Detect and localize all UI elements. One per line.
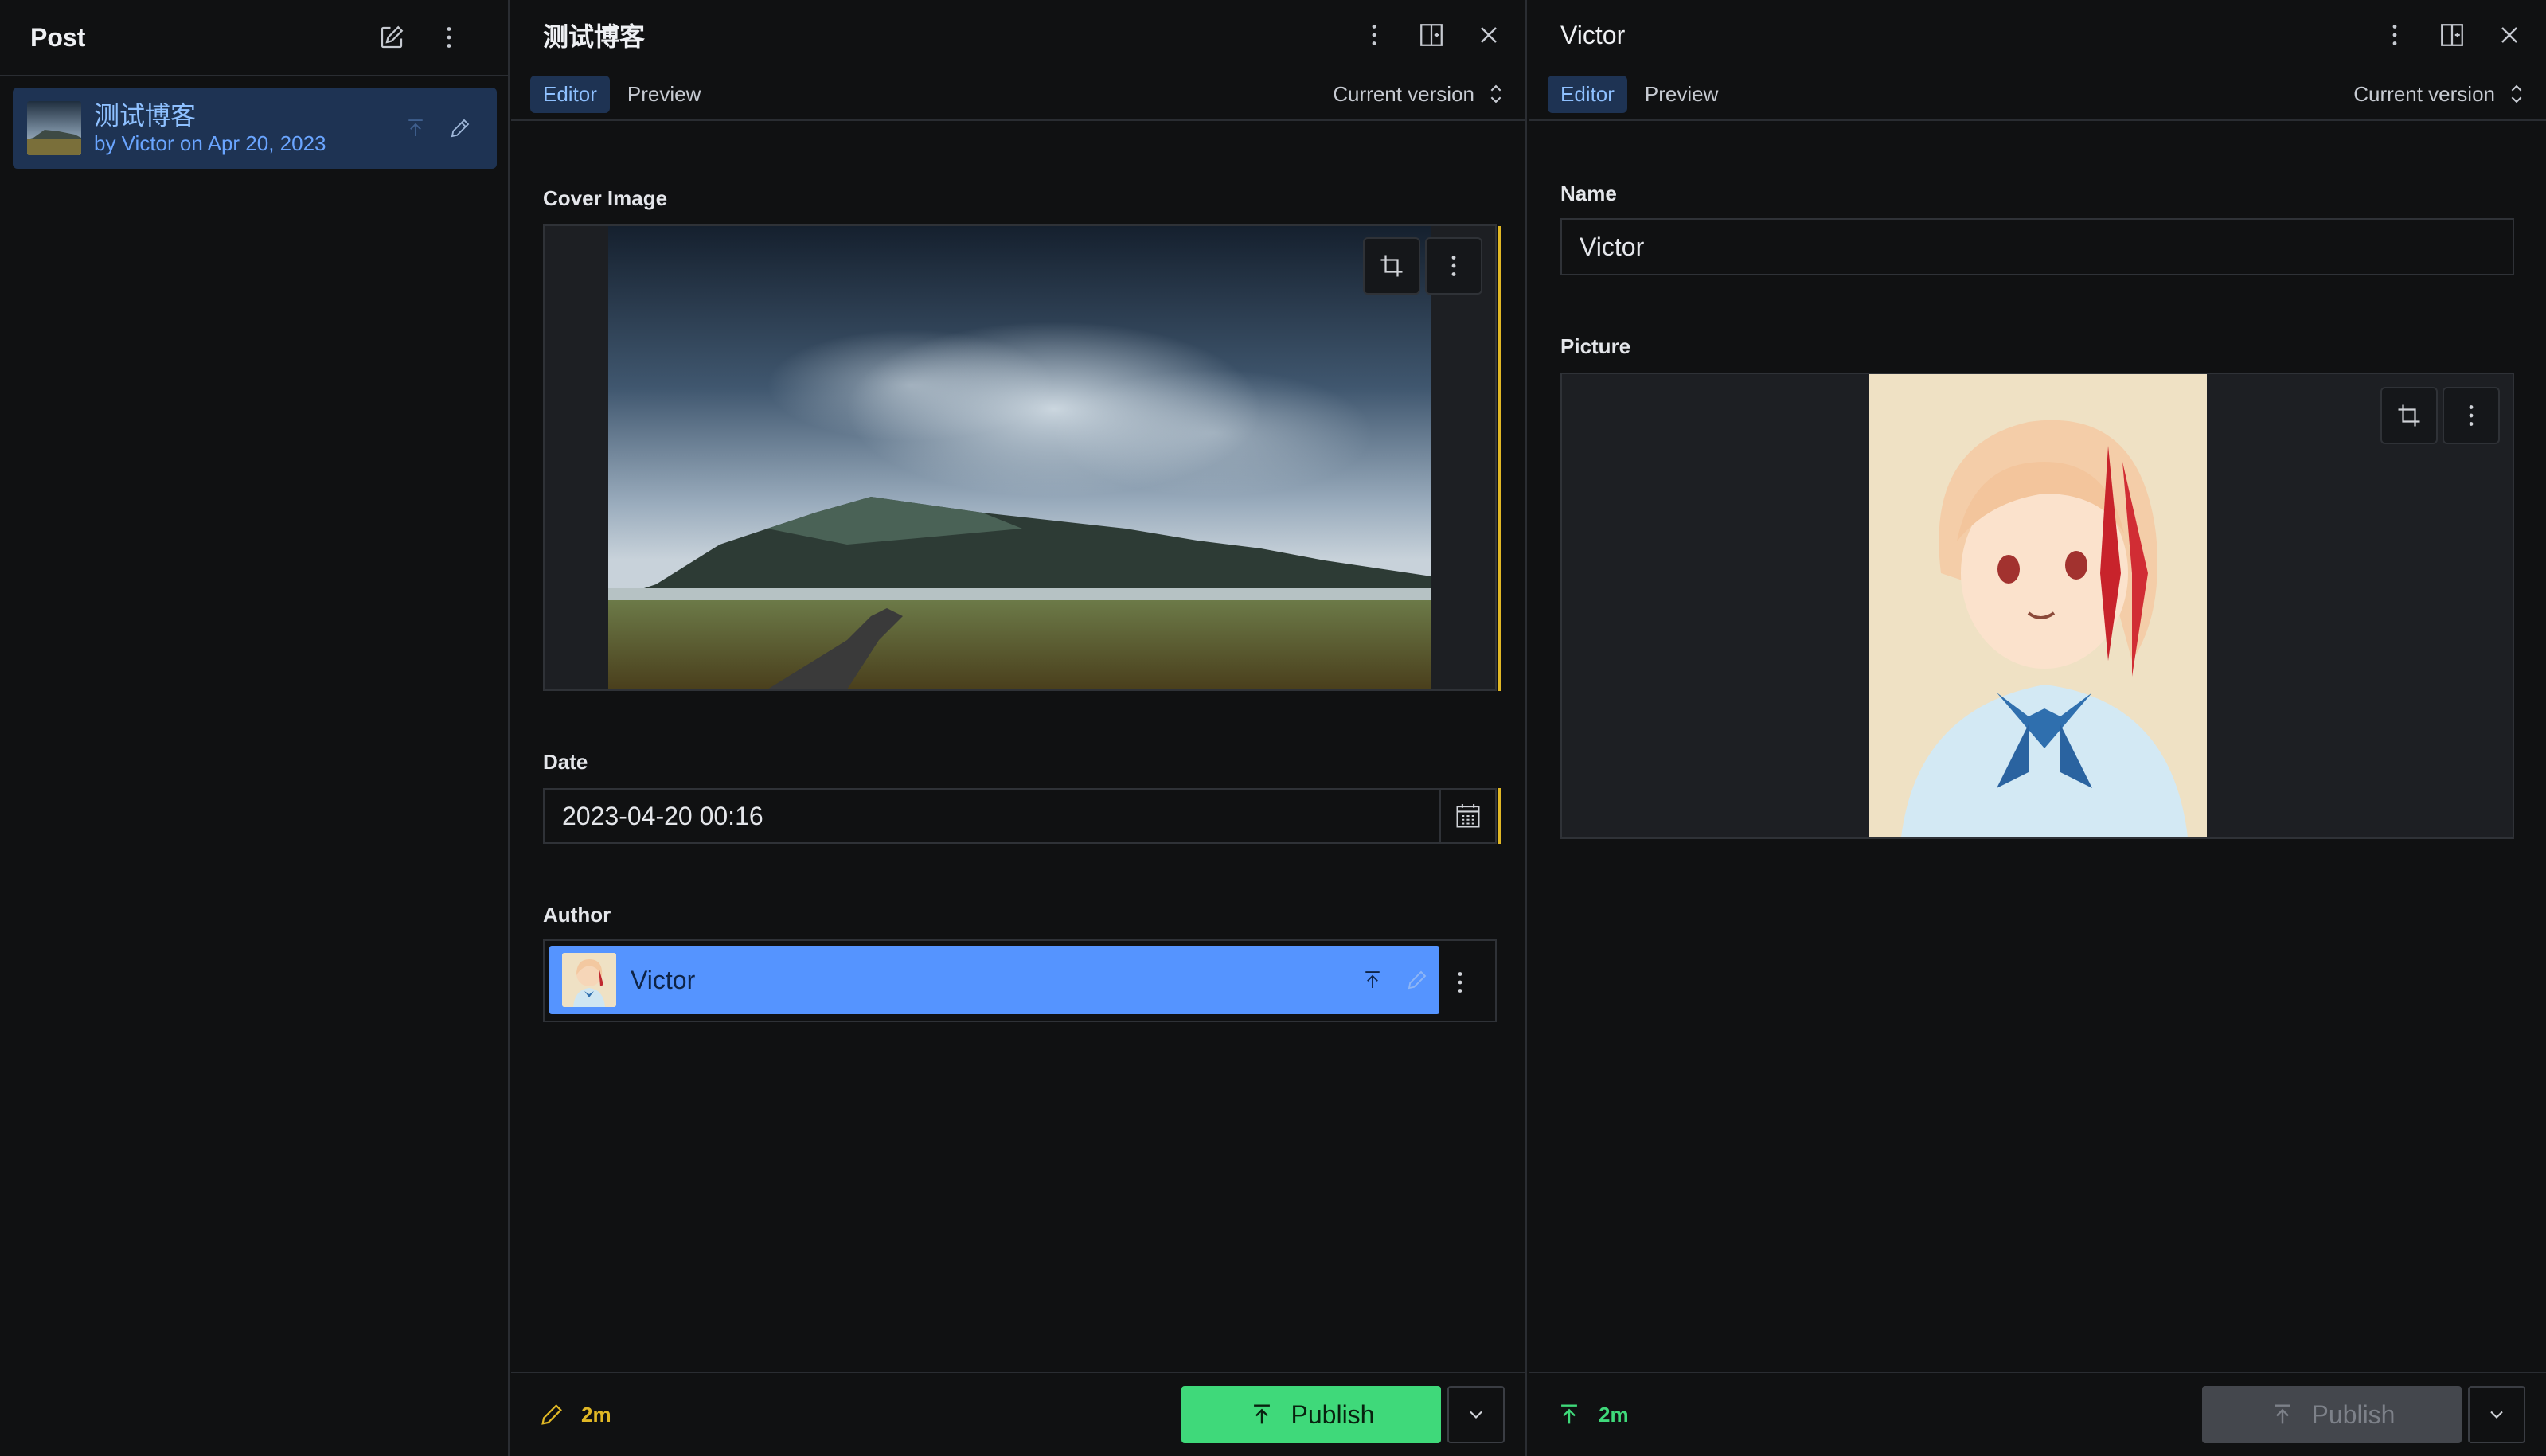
author-label: Author bbox=[543, 903, 611, 927]
published-status-icon bbox=[1350, 958, 1395, 1002]
publish-arrow-icon bbox=[1253, 1404, 1270, 1424]
name-value: Victor bbox=[1580, 232, 1645, 261]
post-footer: 2m Publish bbox=[511, 1372, 1525, 1456]
more-vertical-icon bbox=[1372, 25, 1376, 45]
publish-arrow-icon bbox=[1561, 1404, 1577, 1424]
name-label: Name bbox=[1560, 182, 1617, 205]
edit-pencil-icon bbox=[438, 106, 482, 150]
crop-button[interactable] bbox=[2380, 387, 2438, 444]
more-vertical-icon bbox=[1458, 972, 1462, 993]
cover-image bbox=[608, 226, 1431, 689]
chevron-down-icon bbox=[2490, 1411, 2503, 1419]
sort-arrows-icon bbox=[1490, 84, 1501, 103]
author-reference-menu-button[interactable] bbox=[1436, 954, 1484, 1011]
picture-label: Picture bbox=[1560, 334, 1631, 358]
post-pane-header: 测试博客 bbox=[511, 0, 1525, 70]
date-value: 2023-04-20 00:16 bbox=[562, 801, 763, 830]
close-icon bbox=[2501, 27, 2517, 43]
author-pane-header: Victor bbox=[1529, 0, 2546, 70]
split-pane-button[interactable] bbox=[1403, 6, 1460, 64]
list-menu-button[interactable] bbox=[420, 9, 478, 66]
crop-icon bbox=[2398, 404, 2420, 427]
close-author-pane-button[interactable] bbox=[2481, 6, 2538, 64]
list-item-title: 测试博客 bbox=[94, 101, 197, 130]
close-icon bbox=[1481, 27, 1497, 43]
version-selector[interactable]: Current version bbox=[1333, 80, 1506, 107]
calendar-icon bbox=[1456, 803, 1480, 828]
post-edit-status: 2m bbox=[538, 1401, 611, 1428]
version-selector[interactable]: Current version bbox=[2353, 80, 2527, 107]
author-avatar bbox=[562, 953, 616, 1007]
author-reference-name: Victor bbox=[631, 965, 696, 994]
publish-button-disabled[interactable]: Publish bbox=[2202, 1386, 2462, 1443]
tab-editor[interactable]: Editor bbox=[1548, 75, 1627, 113]
split-pane-button[interactable] bbox=[2423, 6, 2481, 64]
crop-icon bbox=[1380, 255, 1403, 277]
calendar-button[interactable] bbox=[1439, 790, 1495, 842]
date-input[interactable]: 2023-04-20 00:16 bbox=[543, 788, 1497, 844]
edit-pencil-icon bbox=[541, 1404, 562, 1425]
more-vertical-icon bbox=[2392, 25, 2397, 45]
list-pane-header: Post bbox=[0, 0, 508, 76]
more-vertical-icon bbox=[2469, 405, 2474, 426]
author-pane-title: Victor bbox=[1560, 20, 1626, 49]
more-vertical-icon bbox=[1451, 256, 1456, 276]
crop-button[interactable] bbox=[1363, 237, 1420, 295]
publish-label: Publish bbox=[1291, 1399, 1375, 1429]
changed-indicator bbox=[1498, 226, 1501, 691]
document-list-pane: Post 测试博客 by Victor on Apr 20, 2023 bbox=[0, 0, 510, 1456]
compose-icon bbox=[381, 25, 404, 49]
picture-menu-button[interactable] bbox=[2443, 387, 2500, 444]
list-item-post[interactable]: 测试博客 by Victor on Apr 20, 2023 bbox=[13, 88, 497, 169]
name-input[interactable]: Victor bbox=[1560, 218, 2514, 275]
author-tabs: Editor Preview Current version bbox=[1529, 68, 2546, 121]
split-pane-icon bbox=[1420, 24, 1443, 46]
more-vertical-icon bbox=[447, 27, 451, 48]
publish-label: Publish bbox=[2311, 1399, 2396, 1429]
publish-options-button[interactable] bbox=[2468, 1386, 2525, 1443]
post-tabs: Editor Preview Current version bbox=[511, 68, 1525, 121]
post-menu-button[interactable] bbox=[1345, 6, 1403, 64]
post-pane-title: 测试博客 bbox=[543, 22, 646, 51]
picture-tools bbox=[2380, 387, 2500, 444]
list-pane-title: Post bbox=[30, 22, 86, 52]
cover-image-menu-button[interactable] bbox=[1425, 237, 1482, 295]
author-reference[interactable]: Victor bbox=[549, 946, 1439, 1014]
picture-field[interactable] bbox=[1560, 373, 2514, 839]
date-label: Date bbox=[543, 750, 588, 774]
author-editor-pane: Victor Editor Preview Current version Na… bbox=[1529, 0, 2546, 1456]
cover-image-tools bbox=[1363, 237, 1482, 295]
edit-pencil-icon bbox=[1395, 958, 1439, 1002]
compose-button[interactable] bbox=[363, 9, 420, 66]
version-label: Current version bbox=[1333, 81, 1474, 106]
author-publish-status: 2m bbox=[1556, 1401, 1629, 1428]
cover-image-label: Cover Image bbox=[543, 186, 668, 210]
cover-image-field[interactable] bbox=[543, 224, 1497, 691]
author-picture bbox=[1869, 374, 2207, 837]
changed-indicator bbox=[1498, 788, 1501, 844]
sort-arrows-icon bbox=[2511, 84, 2522, 103]
publish-arrow-icon bbox=[2274, 1404, 2290, 1424]
version-label: Current version bbox=[2353, 81, 2495, 106]
tab-preview[interactable]: Preview bbox=[1632, 76, 1731, 113]
post-status-time: 2m bbox=[581, 1402, 611, 1427]
publish-options-button[interactable] bbox=[1447, 1386, 1505, 1443]
author-footer: 2m Publish bbox=[1529, 1372, 2546, 1456]
author-reference-field: Victor bbox=[543, 939, 1497, 1022]
publish-button[interactable]: Publish bbox=[1181, 1386, 1441, 1443]
chevron-down-icon bbox=[1470, 1411, 1482, 1419]
author-menu-button[interactable] bbox=[2366, 6, 2423, 64]
list-item-subtitle: by Victor on Apr 20, 2023 bbox=[94, 131, 326, 155]
close-post-pane-button[interactable] bbox=[1460, 6, 1517, 64]
split-pane-icon bbox=[2441, 24, 2463, 46]
post-editor-pane: 测试博客 Editor Preview Current version Cove… bbox=[511, 0, 1527, 1456]
post-thumbnail bbox=[27, 101, 81, 155]
published-status-icon bbox=[393, 106, 438, 150]
author-status-time: 2m bbox=[1599, 1402, 1629, 1427]
tab-editor[interactable]: Editor bbox=[530, 75, 610, 113]
tab-preview[interactable]: Preview bbox=[615, 76, 713, 113]
